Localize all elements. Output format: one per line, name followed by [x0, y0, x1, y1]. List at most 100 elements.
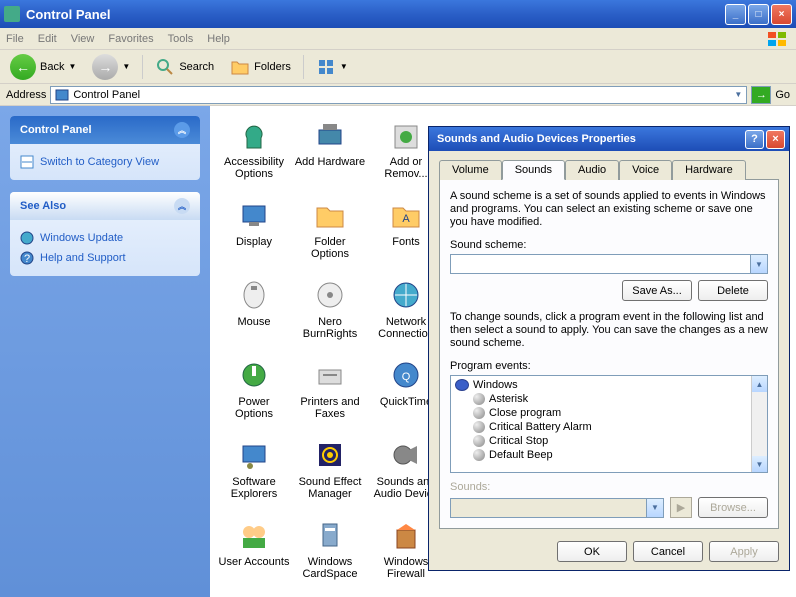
program-event-item[interactable]: Critical Battery Alarm [453, 420, 749, 434]
icon-item[interactable]: User Accounts [218, 518, 290, 580]
program-event-item[interactable]: Windows [453, 378, 749, 392]
icon-item[interactable]: Software Explorers [218, 438, 290, 500]
svg-text:?: ? [24, 253, 30, 265]
tab-hardware[interactable]: Hardware [672, 160, 746, 180]
dropdown-icon[interactable]: ▼ [750, 255, 767, 273]
icon-item[interactable]: Sound Effect Manager [294, 438, 366, 500]
sounds-value [451, 499, 646, 517]
scheme-value [451, 255, 750, 273]
menu-edit[interactable]: Edit [38, 33, 57, 45]
scroll-down-icon[interactable]: ▼ [752, 456, 767, 472]
minimize-button[interactable]: _ [725, 4, 746, 25]
toolbar: ← Back ▼ → ▼ Search Folders ▼ [0, 50, 796, 84]
icon-label: Printers and Faxes [294, 396, 366, 420]
program-event-item[interactable]: Asterisk [453, 392, 749, 406]
icon-label: Folder Options [294, 236, 366, 260]
menu-file[interactable]: File [6, 33, 24, 45]
ok-button[interactable]: OK [557, 541, 627, 562]
link-label: Windows Update [40, 232, 123, 244]
views-dropdown-icon[interactable]: ▼ [340, 62, 348, 71]
tab-sounds[interactable]: Sounds [502, 160, 565, 180]
scroll-up-icon[interactable]: ▲ [752, 376, 767, 392]
sidebar-header-control-panel[interactable]: Control Panel ︽ [10, 116, 200, 144]
sidebar: Control Panel ︽ Switch to Category View … [0, 106, 210, 597]
icon-item[interactable]: Mouse [218, 278, 290, 340]
sidebar-box-control-panel: Control Panel ︽ Switch to Category View [10, 116, 200, 180]
icon-item[interactable]: Nero BurnRights [294, 278, 366, 340]
delete-button[interactable]: Delete [698, 280, 768, 301]
views-button[interactable]: ▼ [312, 55, 352, 79]
address-bar: Address Control Panel ▼ → Go [0, 84, 796, 106]
windows-update-link[interactable]: Windows Update [20, 228, 190, 248]
save-as-button[interactable]: Save As... [622, 280, 692, 301]
menu-help[interactable]: Help [207, 33, 230, 45]
forward-arrow-icon: → [92, 54, 118, 80]
icon-label: Sound Effect Manager [294, 476, 366, 500]
help-support-link[interactable]: ? Help and Support [20, 248, 190, 268]
icon-item[interactable]: Accessibility Options [218, 118, 290, 180]
tab-audio[interactable]: Audio [565, 160, 619, 180]
collapse-icon[interactable]: ︽ [174, 198, 190, 214]
dialog-help-button[interactable]: ? [745, 130, 764, 149]
event-label: Default Beep [489, 449, 553, 461]
address-input[interactable]: Control Panel ▼ [50, 86, 747, 104]
back-arrow-icon: ← [10, 54, 36, 80]
events-description: To change sounds, click a program event … [450, 311, 768, 350]
back-button[interactable]: ← Back ▼ [6, 52, 80, 82]
scheme-description: A sound scheme is a set of sounds applie… [450, 190, 768, 229]
switch-category-view-link[interactable]: Switch to Category View [20, 152, 190, 172]
link-label: Switch to Category View [40, 156, 159, 168]
windows-flag-icon [764, 30, 792, 48]
cancel-button[interactable]: Cancel [633, 541, 703, 562]
search-button[interactable]: Search [151, 55, 218, 79]
app-icon: Q [389, 358, 423, 392]
icon-label: Display [236, 236, 272, 248]
go-label: Go [775, 89, 790, 101]
scroll-track[interactable] [752, 392, 767, 456]
tab-voice[interactable]: Voice [619, 160, 672, 180]
icon-item[interactable]: Windows CardSpace [294, 518, 366, 580]
folders-button[interactable]: Folders [226, 55, 295, 79]
menu-favorites[interactable]: Favorites [108, 33, 153, 45]
sound-icon [473, 407, 485, 419]
icon-label: Power Options [218, 396, 290, 420]
app-icon [389, 438, 423, 472]
app-icon [237, 358, 271, 392]
program-events-list[interactable]: WindowsAsteriskClose programCritical Bat… [450, 375, 768, 473]
address-icon [55, 88, 69, 102]
scrollbar[interactable]: ▲ ▼ [751, 376, 767, 472]
app-icon [313, 198, 347, 232]
address-dropdown-icon[interactable]: ▼ [734, 90, 742, 99]
menu-view[interactable]: View [71, 33, 95, 45]
views-icon [316, 57, 336, 77]
icon-item[interactable]: Display [218, 198, 290, 260]
program-event-item[interactable]: Close program [453, 406, 749, 420]
app-icon [389, 518, 423, 552]
sidebar-header-see-also[interactable]: See Also ︽ [10, 192, 200, 220]
sound-icon [473, 449, 485, 461]
folders-icon [230, 57, 250, 77]
icon-item[interactable]: Add Hardware [294, 118, 366, 180]
icon-item[interactable]: Power Options [218, 358, 290, 420]
maximize-button[interactable]: □ [748, 4, 769, 25]
go-button[interactable]: → [751, 86, 771, 104]
help-icon: ? [20, 251, 34, 265]
menu-tools[interactable]: Tools [168, 33, 194, 45]
tab-volume[interactable]: Volume [439, 160, 502, 180]
dialog-tabs: VolumeSoundsAudioVoiceHardware [439, 159, 779, 180]
back-dropdown-icon[interactable]: ▼ [68, 62, 76, 71]
forward-button[interactable]: → ▼ [88, 52, 134, 82]
close-button[interactable]: × [771, 4, 792, 25]
icon-item[interactable]: Printers and Faxes [294, 358, 366, 420]
program-event-item[interactable]: Critical Stop [453, 434, 749, 448]
scheme-combo[interactable]: ▼ [450, 254, 768, 274]
events-label: Program events: [450, 360, 768, 372]
dialog-close-button[interactable]: × [766, 130, 785, 149]
forward-dropdown-icon[interactable]: ▼ [122, 62, 130, 71]
app-icon [313, 278, 347, 312]
collapse-icon[interactable]: ︽ [174, 122, 190, 138]
program-event-item[interactable]: Default Beep [453, 448, 749, 462]
icon-item[interactable]: Folder Options [294, 198, 366, 260]
sounds-dialog: Sounds and Audio Devices Properties ? × … [428, 126, 790, 571]
app-icon [313, 358, 347, 392]
